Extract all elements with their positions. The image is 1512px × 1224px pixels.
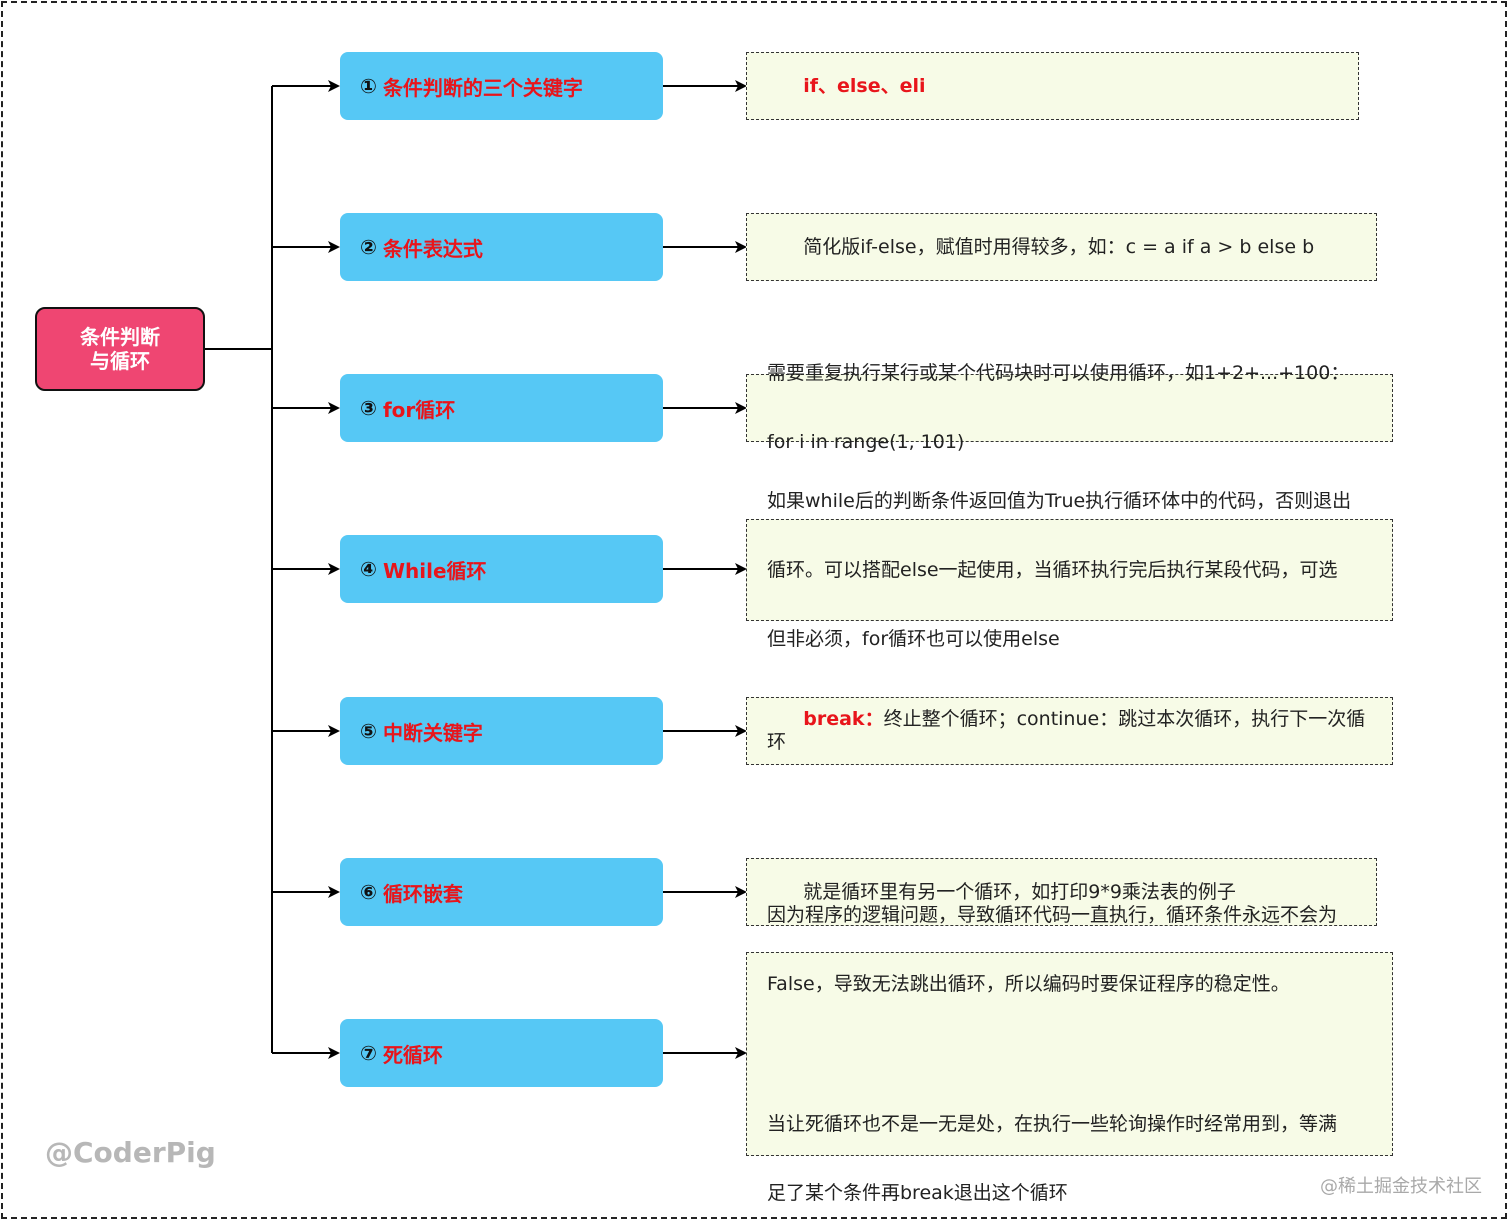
note-text: if、else、eli	[803, 74, 926, 97]
topic-number: ④	[360, 557, 377, 581]
root-label-line2: 与循环	[90, 349, 150, 373]
note-text: 简化版if-else，赋值时用得较多，如：c = a if a > b else…	[803, 235, 1315, 258]
note-box-5: break：终止整个循环；continue：跳过本次循环，执行下一次循环	[746, 697, 1393, 765]
note-box-2: 简化版if-else，赋值时用得较多，如：c = a if a > b else…	[746, 213, 1377, 281]
note-line: False，导致无法跳出循环，所以编码时要保证程序的稳定性。	[767, 972, 1290, 995]
topic-node-1[interactable]: ① 条件判断的三个关键字	[340, 52, 663, 120]
topic-label: 条件表达式	[382, 236, 483, 261]
topic-label: While循环	[382, 558, 487, 583]
note-line: 需要重复执行某行或某个代码块时可以使用循环，如1+2+...+100：	[767, 362, 1350, 384]
topic-node-5[interactable]: ⑤ 中断关键字	[340, 697, 663, 765]
topic-label: 循环嵌套	[382, 881, 463, 906]
note-box-7: 因为程序的逻辑问题，导致循环代码一直执行，循环条件永远不会为 False，导致无…	[746, 904, 1393, 1204]
note-line: 当让死循环也不是一无是处，在执行一些轮询操作时经常用到，等满	[767, 1112, 1338, 1135]
note-box-1: if、else、eli	[746, 52, 1359, 120]
topic-label: 中断关键字	[382, 720, 483, 745]
note-box-3: 需要重复执行某行或某个代码块时可以使用循环，如1+2+...+100： for …	[746, 362, 1393, 453]
note-line: 如果while后的判断条件返回值为True执行循环体中的代码，否则退出	[767, 489, 1352, 512]
topic-number: ①	[360, 74, 377, 98]
topic-node-6[interactable]: ⑥ 循环嵌套	[340, 858, 663, 926]
topic-number: ⑥	[360, 880, 377, 904]
site-watermark: @稀土掘金技术社区	[1320, 1176, 1482, 1197]
note-box-4: 如果while后的判断条件返回值为True执行循环体中的代码，否则退出 循环。可…	[746, 490, 1393, 650]
mindmap-canvas: 条件判断 与循环 ① 条件判断的三个关键字 ② 条件表达式 ③ for循环 ④ …	[0, 0, 1512, 1224]
topic-node-2[interactable]: ② 条件表达式	[340, 213, 663, 281]
break-keyword: break	[803, 708, 865, 730]
note-line: 循环。可以搭配else一起使用，当循环执行完后执行某段代码，可选	[767, 558, 1338, 581]
topic-node-3[interactable]: ③ for循环	[340, 374, 663, 442]
topic-number: ⑦	[360, 1041, 377, 1065]
note-line: 因为程序的逻辑问题，导致循环代码一直执行，循环条件永远不会为	[767, 903, 1338, 926]
root-node[interactable]: 条件判断 与循环	[35, 307, 205, 391]
topic-node-7[interactable]: ⑦ 死循环	[340, 1019, 663, 1087]
topic-number: ⑤	[360, 719, 377, 743]
topic-label: for循环	[382, 397, 456, 422]
topic-number: ③	[360, 396, 377, 420]
topic-number: ②	[360, 235, 377, 259]
topic-label: 死循环	[382, 1042, 443, 1067]
note-line: 足了某个条件再break退出这个循环	[767, 1181, 1068, 1204]
topic-node-4[interactable]: ④ While循环	[340, 535, 663, 603]
note-line: 但非必须，for循环也可以使用else	[767, 627, 1060, 650]
author-watermark: @CoderPig	[45, 1136, 216, 1169]
keyword-separator: ：	[864, 708, 884, 730]
topic-label: 条件判断的三个关键字	[382, 75, 583, 100]
root-label-line1: 条件判断	[80, 325, 160, 349]
